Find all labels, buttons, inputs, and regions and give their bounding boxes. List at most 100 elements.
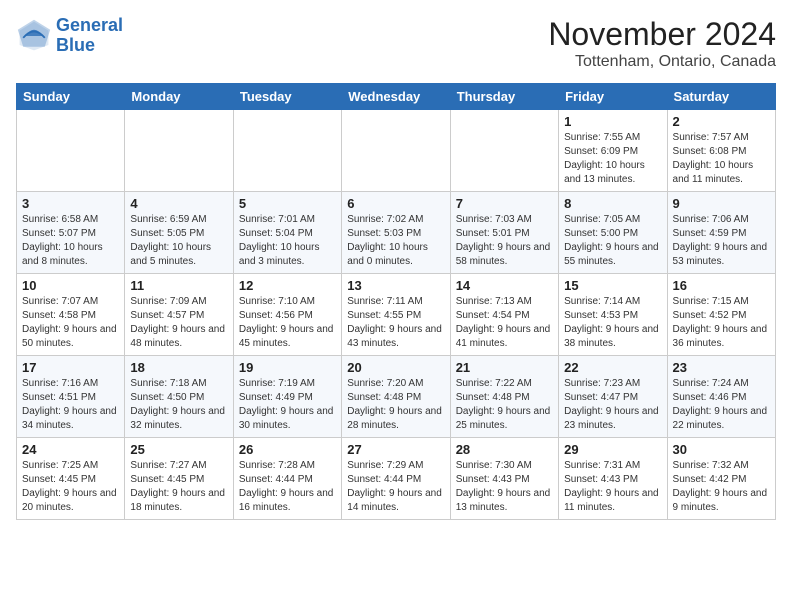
day-info: Sunrise: 7:28 AMSunset: 4:44 PMDaylight:… [239,459,336,515]
day-info: Sunrise: 7:18 AMSunset: 4:50 PMDaylight:… [130,377,227,433]
day-info: Sunrise: 7:22 AMSunset: 4:48 PMDaylight:… [456,377,553,433]
day-number: 12 [239,278,336,293]
day-info: Sunrise: 7:25 AMSunset: 4:45 PMDaylight:… [22,459,119,515]
calendar-cell: 18 Sunrise: 7:18 AMSunset: 4:50 PMDayligh… [125,356,233,438]
logo: General Blue [16,16,123,56]
calendar-cell: 30 Sunrise: 7:32 AMSunset: 4:42 PMDayligh… [667,438,775,520]
day-info: Sunrise: 7:10 AMSunset: 4:56 PMDaylight:… [239,295,336,351]
day-number: 3 [22,196,119,211]
calendar-cell: 12 Sunrise: 7:10 AMSunset: 4:56 PMDayligh… [233,274,341,356]
header: General Blue November 2024 Tottenham, On… [16,16,776,71]
weekday-header: Thursday [450,84,558,110]
day-number: 22 [564,360,661,375]
calendar-cell: 29 Sunrise: 7:31 AMSunset: 4:43 PMDayligh… [559,438,667,520]
day-info: Sunrise: 6:59 AMSunset: 5:05 PMDaylight:… [130,213,227,269]
day-info: Sunrise: 7:20 AMSunset: 4:48 PMDaylight:… [347,377,444,433]
day-info: Sunrise: 7:23 AMSunset: 4:47 PMDaylight:… [564,377,661,433]
calendar-week-row: 10 Sunrise: 7:07 AMSunset: 4:58 PMDayligh… [17,274,776,356]
day-info: Sunrise: 6:58 AMSunset: 5:07 PMDaylight:… [22,213,119,269]
calendar-cell: 5 Sunrise: 7:01 AMSunset: 5:04 PMDaylight… [233,192,341,274]
weekday-header: Sunday [17,84,125,110]
day-number: 25 [130,442,227,457]
month-title: November 2024 [548,16,776,53]
day-number: 4 [130,196,227,211]
day-info: Sunrise: 7:07 AMSunset: 4:58 PMDaylight:… [22,295,119,351]
calendar-cell: 15 Sunrise: 7:14 AMSunset: 4:53 PMDayligh… [559,274,667,356]
day-number: 8 [564,196,661,211]
day-number: 30 [673,442,770,457]
day-info: Sunrise: 7:14 AMSunset: 4:53 PMDaylight:… [564,295,661,351]
day-info: Sunrise: 7:01 AMSunset: 5:04 PMDaylight:… [239,213,336,269]
calendar-week-row: 17 Sunrise: 7:16 AMSunset: 4:51 PMDayligh… [17,356,776,438]
calendar-cell: 24 Sunrise: 7:25 AMSunset: 4:45 PMDayligh… [17,438,125,520]
day-number: 5 [239,196,336,211]
calendar-cell: 11Sunrise: 7:09 AMSunset: 4:57 PMDayligh… [125,274,233,356]
calendar-cell: 23Sunrise: 7:24 AMSunset: 4:46 PMDayligh… [667,356,775,438]
calendar-cell: 25 Sunrise: 7:27 AMSunset: 4:45 PMDayligh… [125,438,233,520]
day-number: 15 [564,278,661,293]
day-info: Sunrise: 7:29 AMSunset: 4:44 PMDaylight:… [347,459,444,515]
calendar-cell: 26 Sunrise: 7:28 AMSunset: 4:44 PMDayligh… [233,438,341,520]
day-number: 20 [347,360,444,375]
weekday-header-row: SundayMondayTuesdayWednesdayThursdayFrid… [17,84,776,110]
calendar-cell: 16 Sunrise: 7:15 AMSunset: 4:52 PMDayligh… [667,274,775,356]
calendar-cell [125,110,233,192]
day-info: Sunrise: 7:27 AMSunset: 4:45 PMDaylight:… [130,459,227,515]
calendar-week-row: 24 Sunrise: 7:25 AMSunset: 4:45 PMDayligh… [17,438,776,520]
day-info: Sunrise: 7:24 AMSunset: 4:46 PMDaylight:… [673,377,770,433]
day-number: 13 [347,278,444,293]
day-info: Sunrise: 7:16 AMSunset: 4:51 PMDaylight:… [22,377,119,433]
title-area: November 2024 Tottenham, Ontario, Canada [548,16,776,71]
weekday-header: Wednesday [342,84,450,110]
logo-icon [16,18,52,54]
calendar-cell [233,110,341,192]
day-number: 9 [673,196,770,211]
calendar-cell: 13 Sunrise: 7:11 AMSunset: 4:55 PMDayligh… [342,274,450,356]
day-info: Sunrise: 7:57 AMSunset: 6:08 PMDaylight:… [673,131,770,187]
calendar-cell: 3 Sunrise: 6:58 AMSunset: 5:07 PMDaylight… [17,192,125,274]
day-number: 21 [456,360,553,375]
day-number: 29 [564,442,661,457]
day-info: Sunrise: 7:11 AMSunset: 4:55 PMDaylight:… [347,295,444,351]
calendar-cell: 8 Sunrise: 7:05 AMSunset: 5:00 PMDaylight… [559,192,667,274]
calendar-cell: 1Sunrise: 7:55 AMSunset: 6:09 PMDaylight… [559,110,667,192]
day-number: 6 [347,196,444,211]
day-info: Sunrise: 7:30 AMSunset: 4:43 PMDaylight:… [456,459,553,515]
day-info: Sunrise: 7:13 AMSunset: 4:54 PMDaylight:… [456,295,553,351]
day-number: 7 [456,196,553,211]
calendar-cell: 14Sunrise: 7:13 AMSunset: 4:54 PMDayligh… [450,274,558,356]
calendar-cell: 28Sunrise: 7:30 AMSunset: 4:43 PMDayligh… [450,438,558,520]
day-number: 18 [130,360,227,375]
day-number: 10 [22,278,119,293]
logo-text: General Blue [56,16,123,56]
calendar-cell: 4 Sunrise: 6:59 AMSunset: 5:05 PMDaylight… [125,192,233,274]
calendar-cell: 21 Sunrise: 7:22 AMSunset: 4:48 PMDayligh… [450,356,558,438]
day-info: Sunrise: 7:06 AMSunset: 4:59 PMDaylight:… [673,213,770,269]
day-info: Sunrise: 7:32 AMSunset: 4:42 PMDaylight:… [673,459,770,515]
day-info: Sunrise: 7:03 AMSunset: 5:01 PMDaylight:… [456,213,553,269]
day-number: 19 [239,360,336,375]
weekday-header: Tuesday [233,84,341,110]
day-info: Sunrise: 7:31 AMSunset: 4:43 PMDaylight:… [564,459,661,515]
day-info: Sunrise: 7:02 AMSunset: 5:03 PMDaylight:… [347,213,444,269]
calendar-cell [342,110,450,192]
day-number: 2 [673,114,770,129]
calendar: SundayMondayTuesdayWednesdayThursdayFrid… [16,83,776,520]
location: Tottenham, Ontario, Canada [548,53,776,71]
calendar-cell: 6 Sunrise: 7:02 AMSunset: 5:03 PMDaylight… [342,192,450,274]
calendar-week-row: 1Sunrise: 7:55 AMSunset: 6:09 PMDaylight… [17,110,776,192]
day-number: 17 [22,360,119,375]
calendar-cell: 19 Sunrise: 7:19 AMSunset: 4:49 PMDayligh… [233,356,341,438]
day-info: Sunrise: 7:19 AMSunset: 4:49 PMDaylight:… [239,377,336,433]
calendar-week-row: 3 Sunrise: 6:58 AMSunset: 5:07 PMDaylight… [17,192,776,274]
day-info: Sunrise: 7:55 AMSunset: 6:09 PMDaylight:… [564,131,661,187]
day-info: Sunrise: 7:15 AMSunset: 4:52 PMDaylight:… [673,295,770,351]
day-number: 24 [22,442,119,457]
day-number: 11 [130,278,227,293]
weekday-header: Saturday [667,84,775,110]
calendar-cell: 10 Sunrise: 7:07 AMSunset: 4:58 PMDayligh… [17,274,125,356]
day-number: 16 [673,278,770,293]
day-info: Sunrise: 7:05 AMSunset: 5:00 PMDaylight:… [564,213,661,269]
day-number: 26 [239,442,336,457]
weekday-header: Monday [125,84,233,110]
